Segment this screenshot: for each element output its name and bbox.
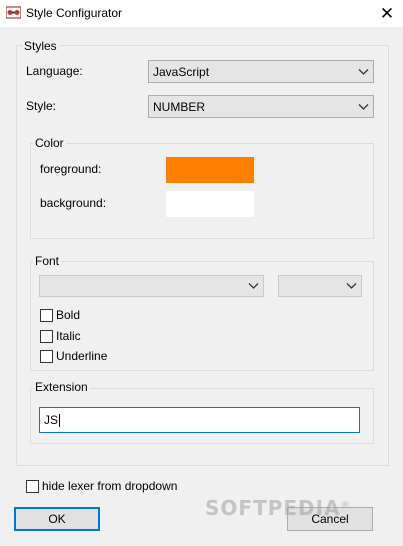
underline-label: Underline	[56, 349, 108, 363]
close-button[interactable]: ✕	[372, 0, 402, 27]
extension-value: JS	[44, 413, 59, 427]
watermark-text: SOFTPEDIA	[205, 496, 341, 520]
bold-label: Bold	[56, 308, 81, 322]
extension-legend: Extension	[33, 380, 90, 394]
italic-checkbox[interactable]	[40, 330, 53, 343]
language-label: Language:	[26, 64, 83, 78]
chevron-down-icon	[358, 68, 369, 75]
chevron-down-icon	[358, 103, 369, 110]
ok-button[interactable]: OK	[14, 507, 100, 531]
hide-lexer-checkbox[interactable]	[26, 480, 39, 493]
background-color-swatch[interactable]	[166, 191, 254, 217]
foreground-label: foreground:	[40, 162, 102, 176]
extension-input[interactable]: JS	[39, 407, 360, 433]
softpedia-watermark: SOFTPEDIA®	[205, 496, 351, 520]
font-size-select[interactable]	[278, 275, 362, 297]
background-label: background:	[40, 196, 107, 210]
close-icon: ✕	[379, 3, 395, 23]
font-name-select[interactable]	[39, 275, 264, 297]
underline-checkbox[interactable]	[40, 350, 53, 363]
chevron-down-icon	[346, 283, 357, 289]
styles-legend: Styles	[22, 39, 59, 53]
color-legend: Color	[33, 136, 66, 150]
font-legend: Font	[33, 254, 62, 268]
bold-checkbox[interactable]	[40, 309, 53, 322]
style-label: Style:	[26, 99, 57, 113]
text-cursor	[59, 413, 61, 427]
hide-lexer-label: hide lexer from dropdown	[42, 479, 178, 493]
window-title: Style Configurator	[26, 6, 123, 20]
app-icon	[6, 6, 21, 19]
foreground-color-swatch[interactable]	[166, 157, 254, 183]
italic-label: Italic	[56, 329, 81, 343]
style-select[interactable]: NUMBER	[148, 95, 374, 118]
chevron-down-icon	[248, 283, 259, 289]
title-bar: Style Configurator ✕	[0, 0, 403, 27]
watermark-mark: ®	[340, 500, 351, 511]
language-value: JavaScript	[153, 64, 210, 79]
language-select[interactable]: JavaScript	[148, 60, 374, 83]
style-value: NUMBER	[153, 99, 206, 114]
